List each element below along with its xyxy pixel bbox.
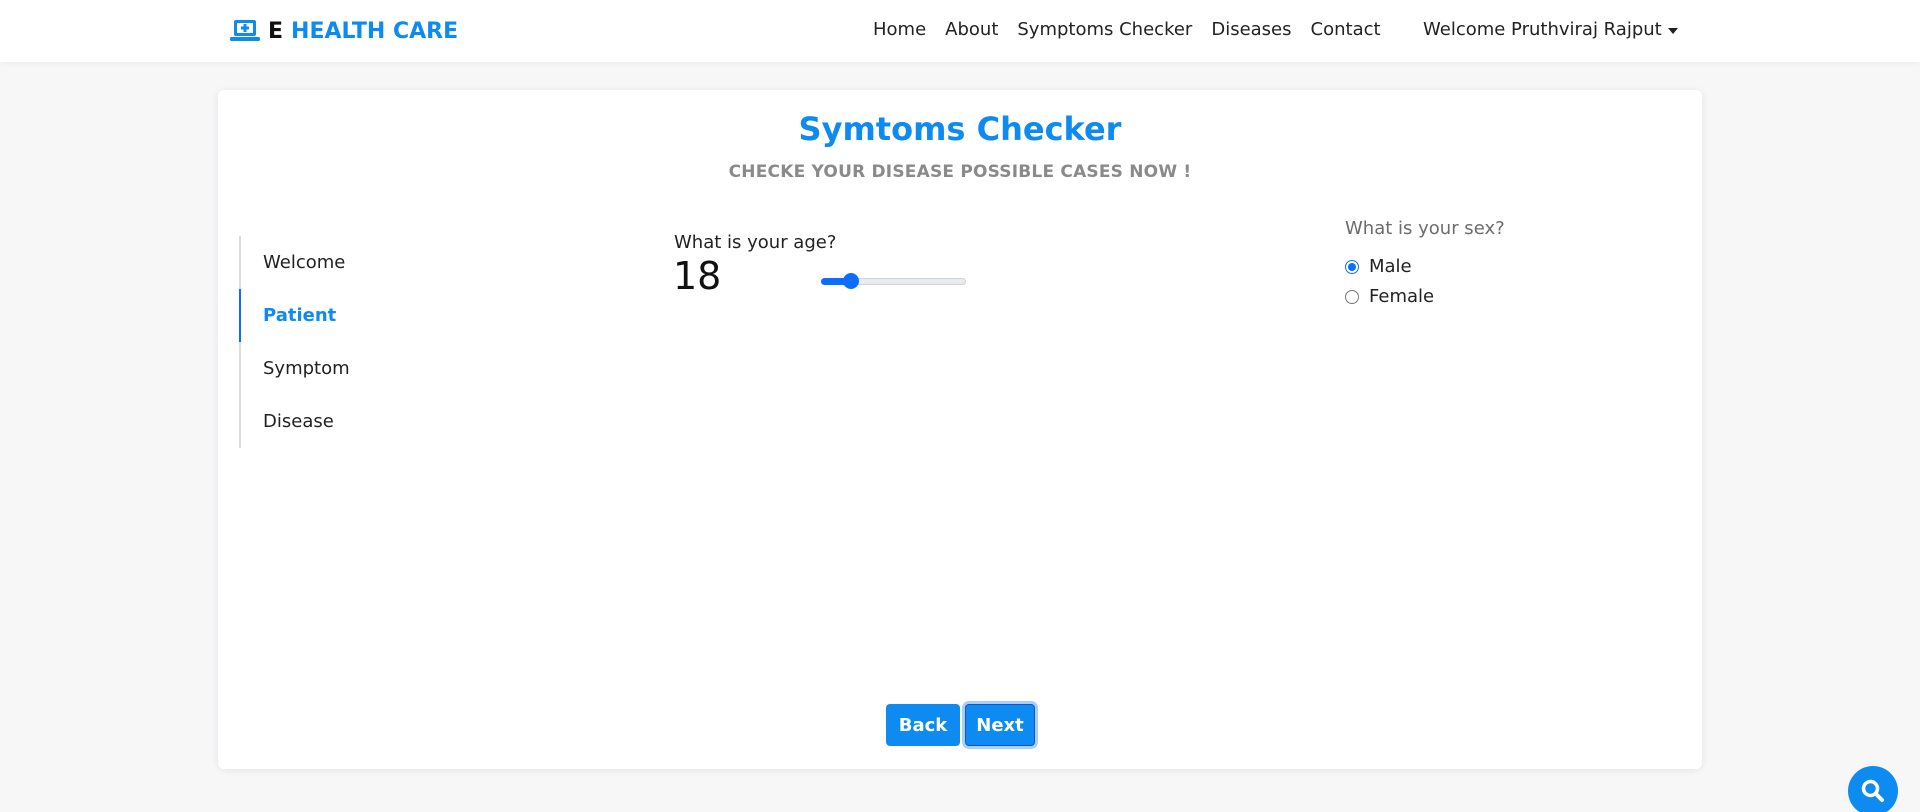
user-menu-label: Welcome Pruthviraj Rajput — [1423, 19, 1662, 40]
age-value: 18 — [673, 254, 722, 298]
age-question: What is your age? — [674, 232, 837, 253]
radio-female[interactable]: Female — [1345, 286, 1434, 307]
navbar: E HEALTH CARE Home About Symptoms Checke… — [0, 0, 1920, 62]
age-slider-thumb[interactable] — [843, 273, 859, 289]
wizard-steps: Welcome Patient Symptom Disease — [239, 236, 439, 448]
radio-male-label: Male — [1369, 256, 1412, 277]
nav-home[interactable]: Home — [873, 19, 926, 40]
age-slider[interactable] — [821, 273, 966, 289]
radio-female-label: Female — [1369, 286, 1435, 307]
caret-down-icon — [1667, 27, 1678, 34]
user-menu-dropdown[interactable]: Welcome Pruthviraj Rajput — [1423, 19, 1678, 40]
step-symptom[interactable]: Symptom — [241, 342, 439, 395]
brand-name: HEALTH CARE — [291, 18, 459, 44]
laptop-medical-icon — [230, 20, 260, 41]
back-button[interactable]: Back — [886, 704, 960, 746]
sex-question: What is your sex? — [1345, 218, 1505, 239]
radio-female-button[interactable] — [1345, 289, 1359, 304]
symptom-checker-card: Symtoms Checker CHECKE YOUR DISEASE POSS… — [218, 90, 1702, 769]
page-title: Symtoms Checker — [798, 110, 1122, 148]
nav-symptoms-checker[interactable]: Symptoms Checker — [1017, 19, 1192, 40]
next-button[interactable]: Next — [965, 704, 1035, 746]
brand-logo[interactable]: E HEALTH CARE — [230, 16, 458, 46]
nav-contact[interactable]: Contact — [1311, 19, 1381, 40]
radio-male[interactable]: Male — [1345, 256, 1412, 277]
step-patient[interactable]: Patient — [239, 289, 437, 342]
brand-prefix: E — [268, 18, 284, 44]
search-icon — [1861, 779, 1884, 802]
page-subtitle: CHECKE YOUR DISEASE POSSIBLE CASES NOW ! — [728, 162, 1192, 182]
nav-about[interactable]: About — [945, 19, 998, 40]
floating-search-button[interactable] — [1848, 766, 1898, 812]
nav-diseases[interactable]: Diseases — [1211, 19, 1291, 40]
step-welcome[interactable]: Welcome — [241, 236, 439, 289]
nav-links: Home About Symptoms Checker Diseases Con… — [873, 19, 1381, 40]
step-disease[interactable]: Disease — [241, 395, 439, 448]
radio-male-button[interactable] — [1345, 259, 1359, 274]
